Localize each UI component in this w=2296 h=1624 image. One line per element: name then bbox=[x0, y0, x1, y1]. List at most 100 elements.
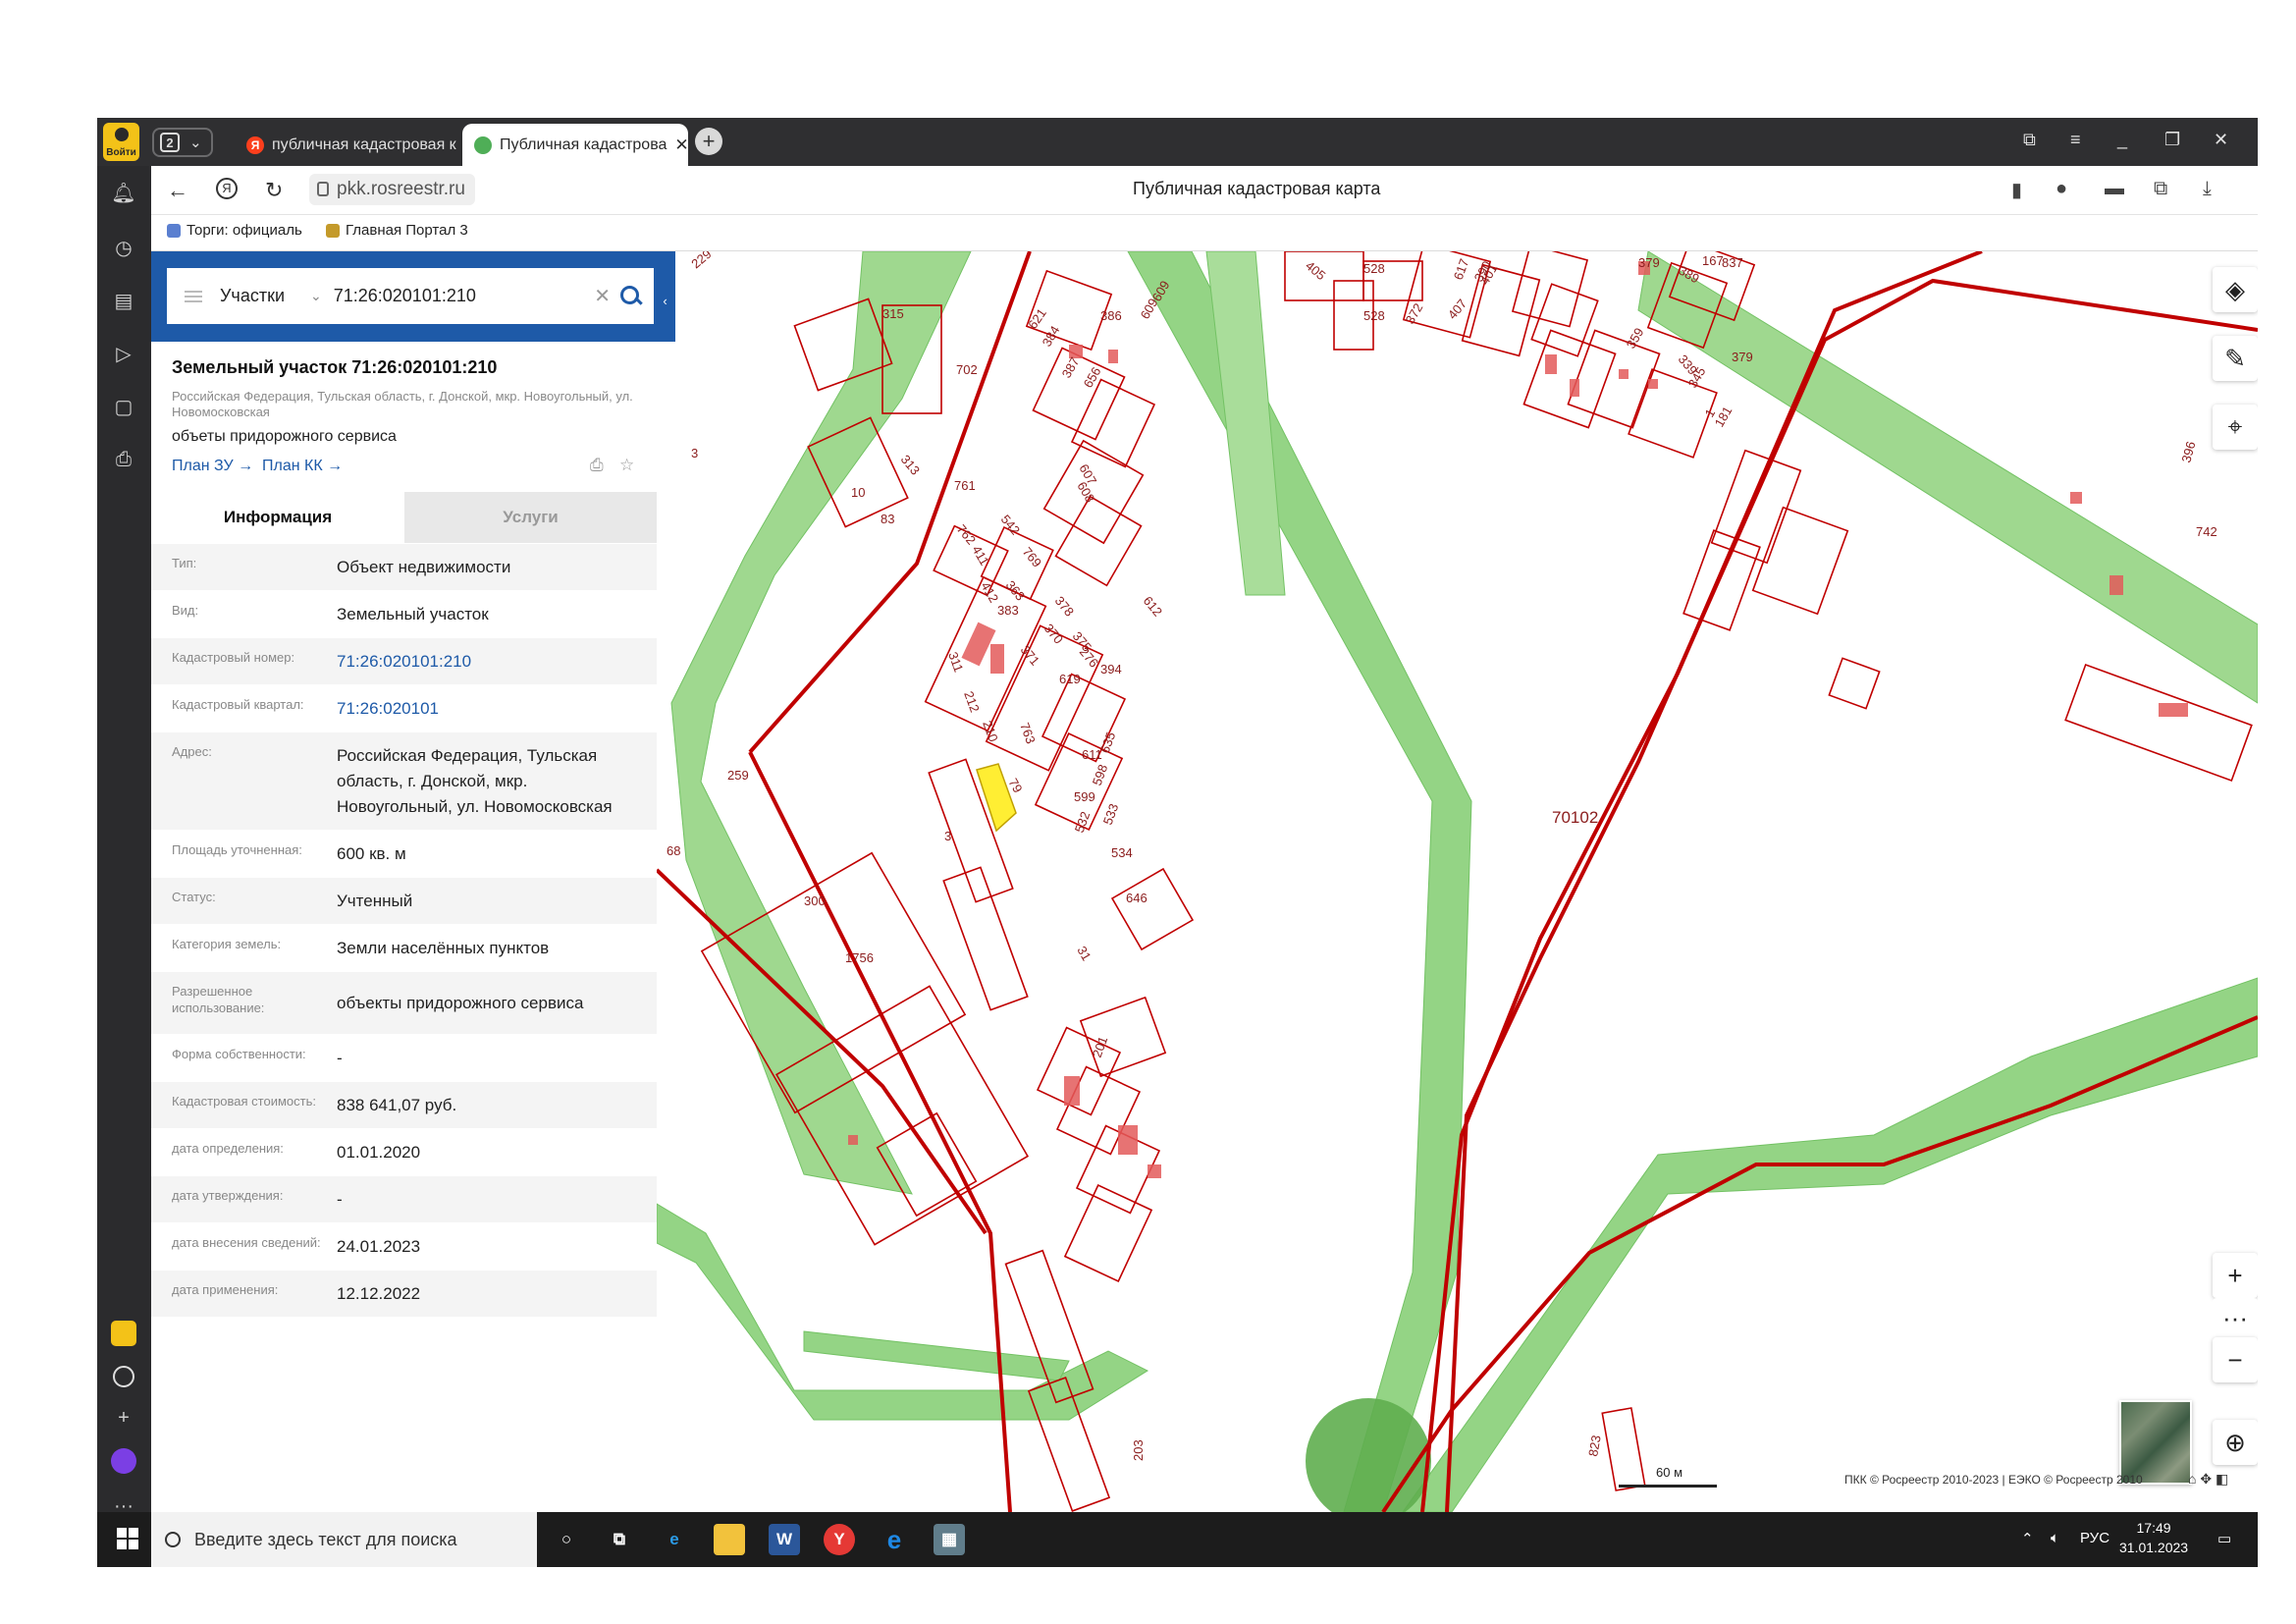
close-window-icon[interactable]: ✕ bbox=[2214, 130, 2228, 150]
back-icon[interactable]: ← bbox=[167, 178, 188, 203]
emblem-icon bbox=[167, 223, 181, 238]
object-use: объеты придорожного сервиса bbox=[172, 428, 397, 445]
windows-taskbar: Введите здесь текст для поиска ○ ⧉ e W Y… bbox=[97, 1512, 2258, 1567]
tab-services[interactable]: Услуги bbox=[404, 492, 657, 543]
parcel-number-label: 635 bbox=[1097, 731, 1119, 756]
tab-counter[interactable]: 2 ⌄ bbox=[152, 128, 213, 157]
restore-icon[interactable]: ❐ bbox=[2164, 130, 2180, 150]
collections-save-icon[interactable]: ⧉ bbox=[2154, 178, 2167, 200]
clear-icon[interactable]: ✕ bbox=[594, 284, 611, 308]
search-type-select[interactable]: Участки bbox=[220, 286, 298, 306]
attr-row: дата определения: 01.01.2020 bbox=[151, 1128, 657, 1175]
parcel-number-label: 763 bbox=[1017, 721, 1039, 746]
print-icon[interactable]: ⎙ bbox=[590, 456, 608, 474]
menu-icon[interactable] bbox=[185, 290, 202, 302]
tab-pkk[interactable]: Публичная кадастрова ✕ bbox=[462, 124, 688, 166]
plan-zu-link[interactable]: План ЗУ → bbox=[172, 458, 253, 475]
search-box[interactable]: Участки ⌄ 71:26:020101:210 ✕ bbox=[167, 268, 654, 324]
compass-button[interactable]: ⊕ bbox=[2213, 1420, 2258, 1465]
bookmark-item[interactable]: Главная Портал 3 bbox=[326, 222, 468, 239]
browser-tab-bar: Войти 2 ⌄ Я публичная кадастровая к Публ… bbox=[97, 118, 2258, 166]
collapse-panel-button[interactable]: ‹ bbox=[658, 281, 672, 320]
parcel-number-label: 646 bbox=[1126, 891, 1148, 905]
parcel-number-label: 31 bbox=[1074, 944, 1094, 963]
zoom-in-button[interactable]: + bbox=[2213, 1253, 2258, 1298]
map-copyright: ПКК © Росреестр 2010-2023 | ЕЭКО © Росре… bbox=[1844, 1473, 2143, 1487]
volume-icon[interactable]: 🔈︎ bbox=[2051, 1530, 2059, 1546]
login-button[interactable]: Войти bbox=[103, 123, 139, 161]
add-icon[interactable]: + bbox=[111, 1405, 136, 1431]
url-field[interactable]: pkk.rosreestr.ru bbox=[309, 174, 475, 205]
alice-icon[interactable] bbox=[111, 1448, 136, 1474]
attr-key: Кадастровый квартал: bbox=[172, 697, 304, 712]
cortana-icon[interactable]: ○ bbox=[551, 1524, 582, 1555]
close-tab-icon[interactable]: ✕ bbox=[674, 135, 688, 155]
bookmarks-panel-icon[interactable]: ⧉ bbox=[2023, 130, 2036, 150]
play-icon[interactable]: ▷ bbox=[111, 341, 136, 366]
taskbar-search-input[interactable]: Введите здесь текст для поиска bbox=[151, 1512, 537, 1567]
yandex-shield-icon[interactable]: Я bbox=[216, 178, 238, 199]
messenger-icon[interactable] bbox=[113, 1366, 134, 1387]
collections-icon[interactable]: ▤ bbox=[111, 288, 136, 313]
attr-key: Категория земель: bbox=[172, 937, 282, 951]
menu-icon[interactable]: ≡ bbox=[2070, 130, 2081, 150]
chevron-down-icon: ⌄ bbox=[189, 135, 202, 151]
star-icon[interactable]: ☆ bbox=[619, 456, 637, 474]
search-input[interactable]: 71:26:020101:210 bbox=[334, 286, 595, 306]
emblem-icon bbox=[326, 223, 340, 238]
cadastral-quarter-link[interactable]: 71:26:020101 bbox=[337, 696, 641, 722]
calculator-icon[interactable]: ▦ bbox=[934, 1524, 965, 1555]
clock[interactable]: 17:49 31.01.2023 bbox=[2119, 1518, 2188, 1557]
bookmark-icon[interactable]: ▮ bbox=[2011, 178, 2022, 202]
address-bar: ← Я ↻ pkk.rosreestr.ru Публичная кадастр… bbox=[151, 166, 2258, 215]
tabs-icon[interactable]: ▢ bbox=[111, 394, 136, 419]
bookmark-label: Главная Портал 3 bbox=[346, 222, 468, 239]
internet-explorer-icon[interactable]: e bbox=[879, 1524, 910, 1555]
protect-icon[interactable]: ▬ bbox=[2105, 178, 2124, 200]
tray-chevron-icon[interactable]: ⌃ bbox=[2021, 1530, 2034, 1547]
word-icon[interactable]: W bbox=[769, 1524, 800, 1555]
chevron-down-icon[interactable]: ⌄ bbox=[310, 288, 322, 304]
edge-icon[interactable]: e bbox=[659, 1524, 690, 1555]
mail-icon[interactable] bbox=[111, 1321, 136, 1346]
bookmark-label: Торги: официаль bbox=[187, 222, 302, 239]
map-canvas[interactable]: 229315702386621384387656405 528 617528 3723… bbox=[657, 251, 2258, 1512]
cadastral-number-link[interactable]: 71:26:020101:210 bbox=[337, 649, 641, 675]
reload-icon[interactable]: ↻ bbox=[265, 178, 283, 203]
attr-row: Кадастровый квартал: 71:26:020101 bbox=[151, 684, 657, 731]
layers-button[interactable]: ◈ bbox=[2213, 267, 2258, 312]
lang-indicator[interactable]: РУС bbox=[2080, 1530, 2109, 1546]
file-explorer-icon[interactable] bbox=[714, 1524, 745, 1555]
tab-info[interactable]: Информация bbox=[151, 492, 404, 543]
bookmark-item[interactable]: Торги: официаль bbox=[167, 222, 302, 239]
new-tab-button[interactable]: + bbox=[695, 128, 722, 155]
home-icon[interactable]: ⌂ ✥ ◧ bbox=[2188, 1471, 2228, 1488]
zoom-more-button[interactable]: ··· bbox=[2213, 1298, 2258, 1337]
parcel-number-label: 181 bbox=[1712, 404, 1735, 429]
attr-key: дата применения: bbox=[172, 1282, 279, 1297]
minimize-icon[interactable]: _ bbox=[2117, 130, 2127, 150]
locate-button[interactable]: ⌖ bbox=[2213, 405, 2258, 450]
zoom-out-button[interactable]: − bbox=[2213, 1337, 2258, 1382]
clock-date: 31.01.2023 bbox=[2119, 1540, 2189, 1555]
lock-icon bbox=[317, 182, 329, 196]
plan-kk-link[interactable]: План КК → bbox=[262, 458, 343, 475]
attr-value: 24.01.2023 bbox=[337, 1237, 421, 1256]
download-icon[interactable]: ⤓ bbox=[2203, 178, 2212, 200]
parcel-number-label: 68 bbox=[667, 843, 680, 858]
extension-icon[interactable]: ● bbox=[2056, 178, 2067, 200]
parcel-number-label: 259 bbox=[727, 768, 749, 783]
bell-icon[interactable]: 🔔︎ bbox=[111, 180, 136, 205]
cadastral-map[interactable]: 229 315 702 386 621 384 387 656 405 528 617 528 372 3… bbox=[657, 251, 2258, 1512]
attr-row: Площадь уточненная: 600 кв. м bbox=[151, 830, 657, 877]
history-icon[interactable]: ◷ bbox=[111, 235, 136, 260]
ruler-button[interactable]: ✎ bbox=[2213, 336, 2258, 381]
notifications-icon[interactable]: ▭ bbox=[2217, 1530, 2231, 1547]
attr-value: 12.12.2022 bbox=[337, 1284, 421, 1303]
screenshot-icon[interactable]: ⎙ bbox=[111, 447, 136, 472]
yandex-browser-icon[interactable]: Y bbox=[824, 1524, 855, 1555]
parcel-number-label: 3 bbox=[944, 829, 951, 843]
task-view-icon[interactable]: ⧉ bbox=[604, 1524, 635, 1555]
search-icon[interactable] bbox=[618, 284, 644, 309]
windows-start-icon[interactable] bbox=[117, 1528, 138, 1549]
